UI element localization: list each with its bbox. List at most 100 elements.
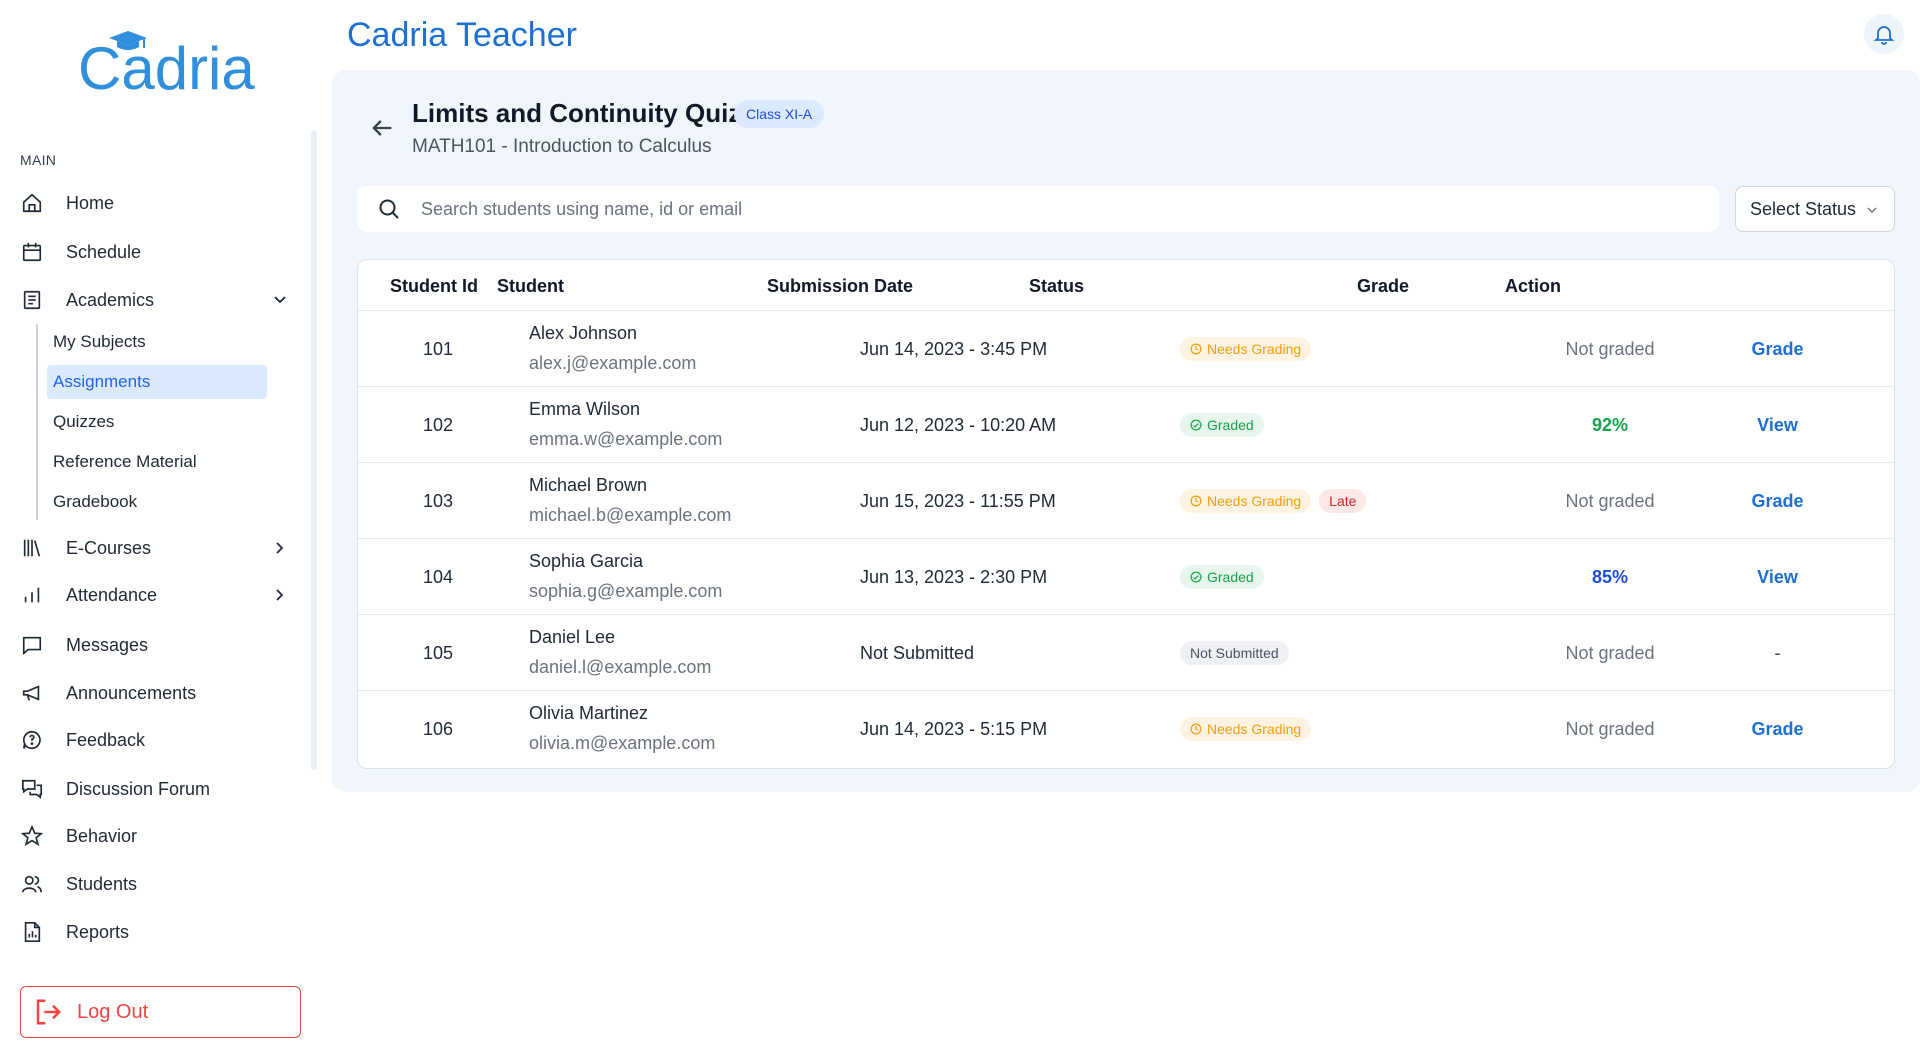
sidebar-item-discussion-forum[interactable]: Discussion Forum: [20, 770, 290, 808]
view-link[interactable]: View: [1710, 567, 1845, 588]
logout-button[interactable]: Log Out: [20, 986, 301, 1038]
grade-value: Not graded: [1565, 719, 1655, 739]
app-title: Cadria Teacher: [347, 16, 577, 54]
cadria-logo[interactable]: Cadria: [78, 28, 268, 108]
action-placeholder: -: [1774, 643, 1781, 663]
back-arrow-icon[interactable]: [368, 114, 396, 142]
status-badge: Needs Grading: [1180, 717, 1312, 741]
late-badge: Late: [1319, 489, 1367, 513]
table-row: 105 Daniel Lee daniel.l@example.com Not Sub…: [358, 615, 1894, 691]
column-header-status[interactable]: Status: [1029, 276, 1084, 297]
class-badge: Class XI-A: [734, 100, 825, 128]
megaphone-icon: [20, 681, 44, 705]
status-badge: Needs Grading: [1180, 489, 1312, 513]
student-email: sophia.g@example.com: [529, 581, 723, 601]
chevron-right-icon[interactable]: [270, 585, 290, 605]
chevron-right-icon[interactable]: [270, 538, 290, 558]
student-email: alex.j@example.com: [529, 353, 697, 373]
sidebar-subitem-gradebook[interactable]: Gradebook: [47, 485, 267, 519]
column-header-student[interactable]: Student: [497, 276, 564, 297]
chevron-down-icon[interactable]: [270, 290, 290, 310]
sidebar-item-label: Attendance: [66, 584, 158, 605]
sidebar-item-label: Behavior: [66, 825, 138, 846]
status-filter-select[interactable]: Select Status: [1735, 186, 1895, 232]
table-row: 101 Alex Johnson alex.j@example.com Jun 14,…: [358, 311, 1894, 387]
student-id: 105: [422, 643, 454, 663]
student-name: Alex Johnson: [529, 323, 638, 343]
status-badge-label: Needs Grading: [1207, 493, 1302, 509]
view-link[interactable]: View: [1710, 415, 1845, 436]
sidebar-item-label: Discussion Forum: [66, 778, 211, 799]
sidebar-item-academics[interactable]: Academics: [20, 281, 290, 319]
sidebar-item-announcements[interactable]: Announcements: [20, 674, 290, 712]
status-badge-label: Not Submitted: [1190, 645, 1279, 661]
submission-date: Jun 14, 2023 - 5:15 PM: [860, 719, 1048, 739]
sidebar-scrollbar[interactable]: [311, 130, 317, 770]
section-label-main: MAIN: [20, 152, 57, 168]
library-icon: [20, 536, 44, 560]
sidebar-item-schedule[interactable]: Schedule: [20, 233, 290, 271]
star-icon: [20, 824, 44, 848]
grade-value: 92%: [1591, 415, 1629, 435]
sidebar-item-e-courses[interactable]: E-Courses: [20, 529, 290, 567]
status-cell: Graded: [1180, 413, 1264, 437]
student-email: daniel.l@example.com: [529, 657, 712, 677]
forum-icon: [20, 777, 44, 801]
sidebar-item-reports[interactable]: Reports: [20, 913, 290, 951]
submission-date: Jun 15, 2023 - 11:55 PM: [860, 491, 1056, 511]
clock-icon: [1190, 495, 1202, 507]
status-cell: Not Submitted: [1180, 641, 1289, 665]
sidebar-item-home[interactable]: Home: [20, 184, 290, 222]
check-circle-icon: [1190, 571, 1202, 583]
grade-value: Not graded: [1565, 491, 1655, 511]
sidebar-item-feedback[interactable]: Feedback: [20, 721, 290, 759]
chevron-down-icon: [1867, 207, 1877, 214]
status-badge-label: Graded: [1207, 417, 1254, 433]
main-panel: Limits and Continuity Quiz Class XI-A MA…: [332, 70, 1920, 792]
clock-icon: [1190, 723, 1202, 735]
student-email: emma.w@example.com: [529, 429, 723, 449]
student-name: Daniel Lee: [529, 627, 616, 647]
student-id: 106: [422, 719, 454, 739]
logout-label: Log Out: [77, 1000, 149, 1023]
bar-chart-icon: [20, 583, 44, 607]
status-cell: Needs Grading: [1180, 717, 1312, 741]
status-badge: Graded: [1180, 565, 1264, 589]
sidebar-item-label: Schedule: [66, 241, 142, 262]
sidebar-item-label: Students: [66, 873, 138, 894]
student-name: Olivia Martinez: [529, 703, 649, 723]
bell-icon: [1873, 26, 1895, 45]
home-icon: [20, 191, 44, 215]
column-header-grade[interactable]: Grade: [1357, 276, 1409, 297]
sidebar-item-students[interactable]: Students: [20, 865, 290, 903]
column-header-submission-date[interactable]: Submission Date: [767, 276, 913, 297]
status-badge: Graded: [1180, 413, 1264, 437]
sidebar-item-attendance[interactable]: Attendance: [20, 576, 290, 614]
submissions-table: Student Id Student Submission Date Statu…: [357, 259, 1895, 769]
student-name: Sophia Garcia: [529, 551, 644, 571]
sidebar: Cadria MAIN Home Schedule Academics My S…: [0, 0, 330, 1046]
grade-link[interactable]: Grade: [1710, 491, 1845, 512]
logout-icon: [36, 999, 62, 1025]
notifications-button[interactable]: [1864, 14, 1904, 54]
status-badge-label: Needs Grading: [1207, 341, 1302, 357]
column-header-action[interactable]: Action: [1505, 276, 1561, 297]
search-input[interactable]: [421, 198, 1621, 220]
sidebar-subitem-reference-material[interactable]: Reference Material: [47, 445, 267, 479]
grade-link[interactable]: Grade: [1710, 719, 1845, 740]
sidebar-item-label: Academics: [66, 289, 155, 310]
sidebar-subitem-quizzes[interactable]: Quizzes: [47, 405, 267, 439]
table-row: 103 Michael Brown michael.b@example.com Jun…: [358, 463, 1894, 539]
sidebar-item-messages[interactable]: Messages: [20, 626, 290, 664]
submission-date: Jun 14, 2023 - 3:45 PM: [860, 339, 1048, 359]
message-icon: [20, 633, 44, 657]
column-header-student-id[interactable]: Student Id: [390, 276, 478, 297]
sidebar-item-behavior[interactable]: Behavior: [20, 817, 290, 855]
sidebar-subitem-assignments[interactable]: Assignments: [47, 365, 267, 399]
grade-link[interactable]: Grade: [1710, 339, 1845, 360]
status-cell: Graded: [1180, 565, 1264, 589]
student-id: 104: [422, 567, 454, 587]
report-icon: [20, 920, 44, 944]
sidebar-subitem-my-subjects[interactable]: My Subjects: [47, 325, 267, 359]
student-name: Michael Brown: [529, 475, 648, 495]
